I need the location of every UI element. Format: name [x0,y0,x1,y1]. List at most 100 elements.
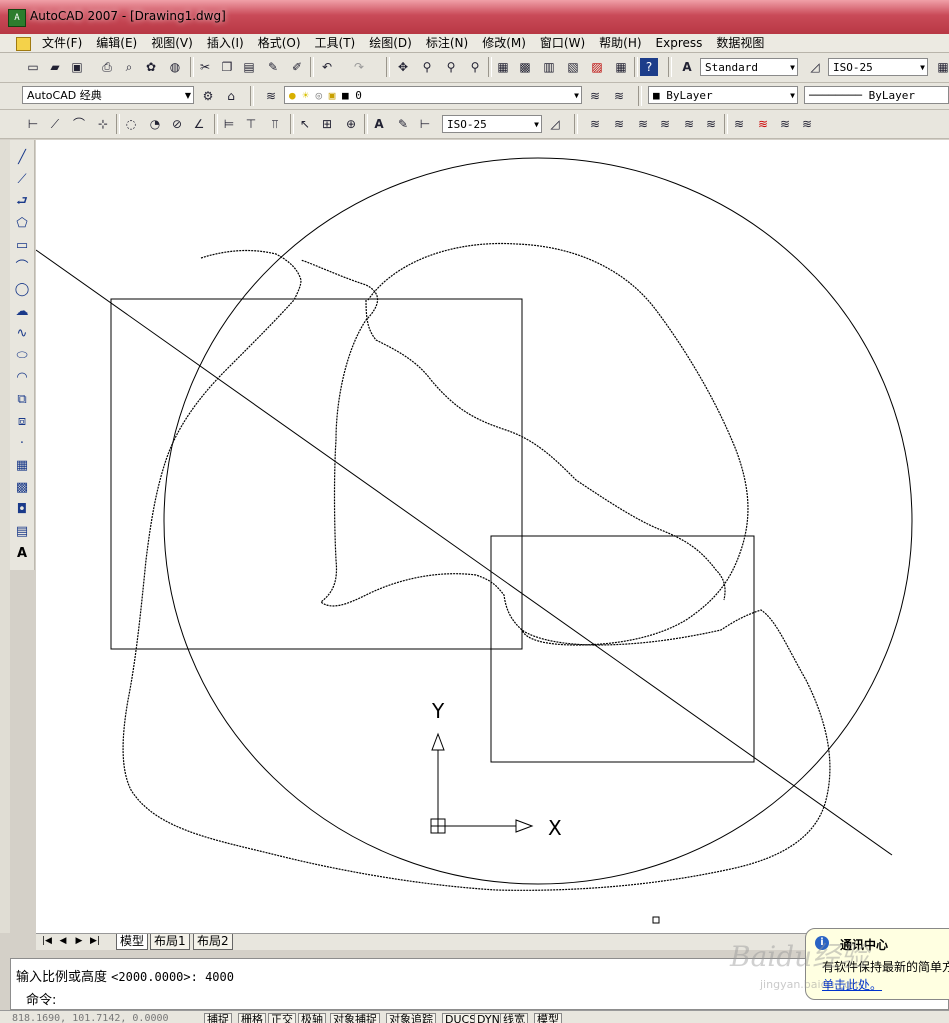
menu-help[interactable]: 帮助(H) [592,34,648,52]
prev-tab-icon[interactable]: ◀ [56,935,70,948]
layer-tool-8-icon[interactable]: ≋ [776,115,794,133]
last-tab-icon[interactable]: ▶| [88,935,102,948]
gradient-icon[interactable]: ▩ [12,478,32,498]
layer-select[interactable]: ● ☀ ◎ ▣ ■ 0 ▼ [284,86,582,104]
jogged-dim-icon[interactable]: ◔ [146,115,164,133]
copy-icon[interactable]: ❐ [218,58,236,76]
construction-line-icon[interactable]: ⟋ [12,170,32,190]
quick-leader-icon[interactable]: ↖ [296,115,314,133]
make-block-icon[interactable]: ⧈ [12,412,32,432]
tool-palettes-icon[interactable]: ▥ [540,58,558,76]
layer-tool-6-icon[interactable]: ≋ [702,115,720,133]
cut-icon[interactable]: ✂ [196,58,214,76]
text-style-select[interactable]: Standard ▼ [700,58,798,76]
dimension-style-icon[interactable]: ◿ [546,115,564,133]
menu-data-view[interactable]: 数据视图 [709,34,771,52]
drawn-circle[interactable] [163,157,913,885]
sun-icon[interactable]: ☀ [302,89,309,102]
linear-dim-icon[interactable]: ⊢ [24,115,42,133]
ellipse-icon[interactable]: ⬭ [12,346,32,366]
paste-icon[interactable]: ▤ [240,58,258,76]
spline-icon[interactable]: ∿ [12,324,32,344]
layer-tool-7-icon[interactable]: ≋ [730,115,748,133]
ordinate-dim-icon[interactable]: ⊹ [94,115,112,133]
layer-properties-icon[interactable]: ≋ [262,87,280,105]
radius-dim-icon[interactable]: ◌ [122,115,140,133]
sheet-set-icon[interactable]: ▧ [564,58,582,76]
menu-format[interactable]: 格式(O) [251,34,308,52]
first-tab-icon[interactable]: |◀ [40,935,54,948]
pan-icon[interactable]: ✥ [394,58,412,76]
lock-icon[interactable]: ▣ [329,89,336,102]
angular-dim-icon[interactable]: ∠ [190,115,208,133]
layer-delete-icon[interactable]: ≋ [754,115,772,133]
rectangle-icon[interactable]: ▭ [12,236,32,256]
dimension-style-select[interactable]: ISO-25 ▼ [442,115,542,133]
next-tab-icon[interactable]: ▶ [72,935,86,948]
command-input-line[interactable]: 命令: [26,989,56,1008]
dim-style-select[interactable]: ISO-25 ▼ [828,58,928,76]
arc-icon[interactable]: ⌒ [12,258,32,278]
calculator-icon[interactable]: ▦ [612,58,630,76]
dim-text-edit-icon[interactable]: ✎ [394,115,412,133]
drawn-rectangle-2[interactable] [490,535,755,763]
block-editor-icon[interactable]: ✐ [288,58,306,76]
text-style-icon[interactable]: A [678,58,696,76]
drawn-rectangle-1[interactable] [110,298,523,650]
menu-modify[interactable]: 修改(M) [475,34,533,52]
polyline-icon[interactable]: ⮐ [12,192,32,212]
continue-dim-icon[interactable]: ⫪ [266,115,284,133]
center-mark-icon[interactable]: ⊕ [342,115,360,133]
point-icon[interactable]: · [12,434,32,454]
menu-view[interactable]: 视图(V) [144,34,200,52]
outer-revision-cloud[interactable] [122,249,831,891]
viewport-freeze-icon[interactable]: ◎ [316,89,323,102]
print-icon[interactable]: ⎙ [98,58,116,76]
inner-revision-cloud[interactable] [365,242,749,646]
menu-express[interactable]: Express [649,34,710,52]
dim-update-icon[interactable]: ⊢ [416,115,434,133]
document-icon[interactable] [16,37,31,51]
diameter-dim-icon[interactable]: ⊘ [168,115,186,133]
tab-layout2[interactable]: 布局2 [193,934,233,950]
line-icon[interactable]: ╱ [12,148,32,168]
tab-layout1[interactable]: 布局1 [150,934,190,950]
new-file-icon[interactable]: ▭ [24,58,42,76]
design-center-icon[interactable]: ▩ [516,58,534,76]
dim-edit-icon[interactable]: A [370,115,388,133]
aligned-dim-icon[interactable]: ⟋ [46,115,64,133]
my-workspace-icon[interactable]: ⌂ [222,87,240,105]
zoom-window-icon[interactable]: ⚲ [442,58,460,76]
polygon-icon[interactable]: ⬠ [12,214,32,234]
autocad-icon[interactable]: A [8,9,26,27]
insert-block-icon[interactable]: ⧉ [12,390,32,410]
layer-tool-4-icon[interactable]: ≋ [656,115,674,133]
region-icon[interactable]: ◘ [12,500,32,520]
drawn-line[interactable] [36,249,893,856]
menu-window[interactable]: 窗口(W) [533,34,592,52]
layer-tool-2-icon[interactable]: ≋ [610,115,628,133]
quick-dim-icon[interactable]: ⊨ [220,115,238,133]
drawing-svg[interactable]: Y X [36,140,949,933]
linetype-select[interactable]: ──────── ByLayer [804,86,949,104]
menu-file[interactable]: 文件(F) [35,34,89,52]
plot-preview-icon[interactable]: ⌕ [120,58,138,76]
tolerance-icon[interactable]: ⊞ [318,115,336,133]
workspace-settings-icon[interactable]: ⚙ [199,87,217,105]
menu-tools[interactable]: 工具(T) [308,34,363,52]
dim-style-icon[interactable]: ◿ [806,58,824,76]
save-icon[interactable]: ▣ [68,58,86,76]
match-properties-icon[interactable]: ✎ [264,58,282,76]
3d-dwf-icon[interactable]: ◍ [166,58,184,76]
open-file-icon[interactable]: ▰ [46,58,64,76]
undo-icon[interactable]: ↶ [318,58,336,76]
help-icon[interactable]: ? [640,58,658,76]
circle-icon[interactable]: ◯ [12,280,32,300]
markup-icon[interactable]: ▨ [588,58,606,76]
revision-cloud-icon[interactable]: ☁ [12,302,32,322]
menu-edit[interactable]: 编辑(E) [89,34,144,52]
table-style-icon[interactable]: ▦ [934,58,949,76]
redo-icon[interactable]: ↷ [350,58,368,76]
menu-dimension[interactable]: 标注(N) [419,34,475,52]
baseline-dim-icon[interactable]: ⊤ [242,115,260,133]
